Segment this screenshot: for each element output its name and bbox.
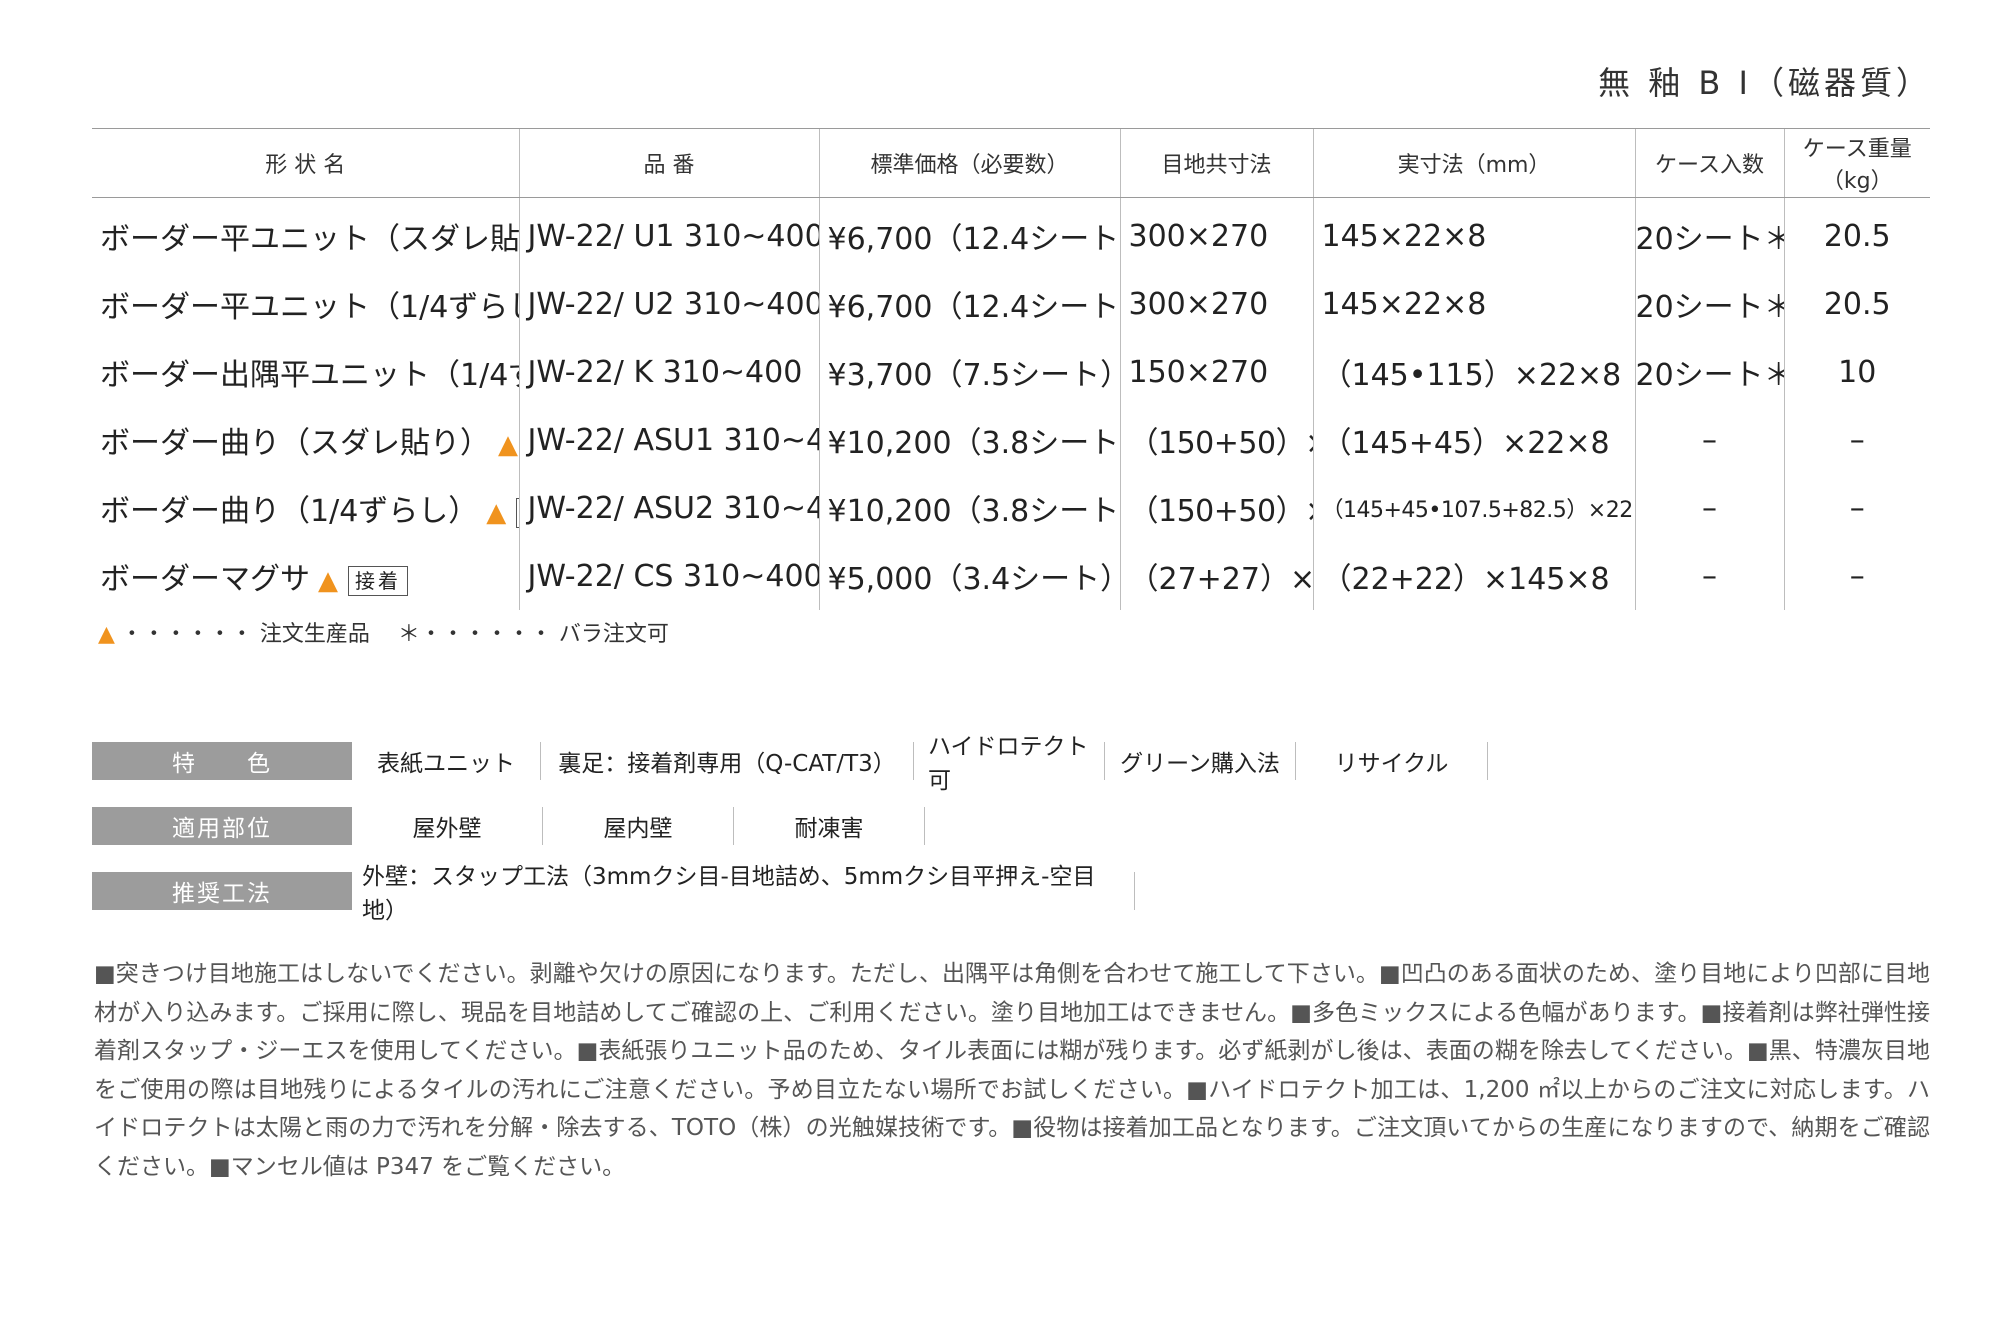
- col-header-actual: 実寸法（mm）: [1312, 128, 1635, 198]
- application-item: 屋内壁: [543, 807, 734, 845]
- feature-item: リサイクル: [1296, 742, 1488, 780]
- product-price: ¥6,700（12.4シート）/㎡: [818, 270, 1120, 338]
- application-label: 適用部位: [92, 807, 352, 845]
- actual-size: （145+45）×22×8: [1312, 406, 1635, 474]
- case-qty: 20シート＊: [1634, 197, 1784, 270]
- spec-table: 形 状 名 品 番 標準価格（必要数） 目地共寸法 実寸法（mm） ケース入数 …: [92, 128, 1930, 610]
- application-item: 耐凍害: [734, 807, 925, 845]
- product-price: ¥5,000（3.4シート）/m: [818, 542, 1120, 610]
- case-weight: –: [1783, 542, 1930, 610]
- case-weight: 20.5: [1783, 197, 1930, 270]
- asterisk-icon: ＊: [397, 622, 420, 647]
- col-header-price: 標準価格（必要数）: [818, 128, 1120, 198]
- order-made-triangle-icon: ▲: [486, 498, 507, 528]
- case-qty: –: [1634, 406, 1784, 474]
- product-code: JW-22/ U1 310~400: [518, 197, 819, 270]
- actual-size: （22+22）×145×8: [1312, 542, 1635, 610]
- col-header-code: 品 番: [518, 128, 819, 198]
- product-name: ボーダー平ユニット（スダレ貼り）: [100, 222, 519, 257]
- product-price: ¥10,200（3.8シート）/m: [818, 406, 1120, 474]
- feature-item: 表紙ユニット: [352, 742, 541, 780]
- table-row: ボーダー出隅平ユニット（1/4ずらし） JW-22/ K 310~400 ¥3,…: [92, 338, 1930, 406]
- joint-size: （150+50）×270: [1119, 474, 1313, 542]
- table-row: ボーダー曲り（1/4ずらし）▲接着 JW-22/ ASU2 310~400 ¥1…: [92, 474, 1930, 542]
- product-price: ¥10,200（3.8シート）/m: [818, 474, 1120, 542]
- table-row: ボーダー曲り（スダレ貼り）▲接着 JW-22/ ASU1 310~400 ¥10…: [92, 406, 1930, 474]
- actual-size: 145×22×8: [1312, 270, 1635, 338]
- product-code: JW-22/ ASU2 310~400: [518, 474, 819, 542]
- feature-item: 裏足：接着剤専用（Q-CAT/T3）: [541, 742, 914, 780]
- case-weight: 20.5: [1783, 270, 1930, 338]
- actual-size: 145×22×8: [1312, 197, 1635, 270]
- joint-size: 150×270: [1119, 338, 1313, 406]
- joint-size: （27+27）×300: [1119, 542, 1313, 610]
- order-made-triangle-icon: ▲: [318, 566, 338, 596]
- page-title: 無 釉 B I（磁器質）: [1598, 64, 1932, 102]
- features-row: 特 色 表紙ユニット 裏足：接着剤専用（Q-CAT/T3） ハイドロテクト可 グ…: [92, 734, 1488, 794]
- joint-size: （150+50）×270: [1119, 406, 1313, 474]
- case-qty: 20シート＊: [1634, 338, 1784, 406]
- legend-order-text: ・・・・・・ 注文生産品: [120, 622, 370, 647]
- case-weight: –: [1783, 474, 1930, 542]
- application-row: 適用部位 屋外壁 屋内壁 耐凍害: [92, 806, 925, 846]
- joint-size: 300×270: [1119, 197, 1313, 270]
- product-code: JW-22/ CS 310~400: [518, 542, 819, 610]
- col-header-name: 形 状 名: [92, 128, 519, 198]
- case-qty: –: [1634, 542, 1784, 610]
- actual-size: （145+45•107.5+82.5）×22×8: [1312, 474, 1635, 542]
- col-header-joint: 目地共寸法: [1119, 128, 1313, 198]
- table-row: ボーダー平ユニット（1/4ずらし） JW-22/ U2 310~400 ¥6,7…: [92, 270, 1930, 338]
- case-weight: –: [1783, 406, 1930, 474]
- legend: ▲ ・・・・・・ 注文生産品 ＊・・・・・・ バラ注文可: [98, 616, 669, 648]
- product-name: ボーダー出隅平ユニット（1/4ずらし）: [100, 358, 519, 393]
- product-code: JW-22/ K 310~400: [518, 338, 819, 406]
- case-qty: –: [1634, 474, 1784, 542]
- product-code: JW-22/ U2 310~400: [518, 270, 819, 338]
- product-code: JW-22/ ASU1 310~400: [518, 406, 819, 474]
- order-made-triangle-icon: ▲: [498, 430, 518, 460]
- product-name: ボーダー平ユニット（1/4ずらし）: [100, 290, 519, 325]
- col-header-case-qty: ケース入数: [1634, 128, 1784, 198]
- product-name: ボーダーマグサ: [100, 562, 310, 597]
- col-header-weight: ケース重量（kg）: [1783, 128, 1930, 198]
- order-made-triangle-icon: ▲: [98, 622, 115, 647]
- adhesive-badge: 接着: [348, 565, 408, 596]
- notes-paragraph: ■突きつけ目地施工はしないでください。剥離や欠けの原因になります。ただし、出隅平…: [94, 961, 1930, 1180]
- case-weight: 10: [1783, 338, 1930, 406]
- method-row: 推奨工法 外壁：スタップ工法（3mmクシ目-目地詰め、5mmクシ目平押え-空目地…: [92, 864, 1135, 924]
- feature-item: ハイドロテクト可: [914, 734, 1105, 794]
- table-row: ボーダー平ユニット（スダレ貼り） JW-22/ U1 310~400 ¥6,70…: [92, 197, 1930, 270]
- actual-size: （145•115）×22×8: [1312, 338, 1635, 406]
- method-label: 推奨工法: [92, 872, 352, 910]
- product-price: ¥6,700（12.4シート）/㎡: [818, 197, 1120, 270]
- legend-bulk-text: ・・・・・・ バラ注文可: [419, 622, 669, 647]
- table-row: ボーダーマグサ ▲ 接着 JW-22/ CS 310~400 ¥5,000（3.4シ…: [92, 542, 1930, 610]
- product-name: ボーダー曲り（1/4ずらし）: [100, 494, 479, 529]
- features-label: 特 色: [92, 742, 352, 780]
- joint-size: 300×270: [1119, 270, 1313, 338]
- table-header-row: 形 状 名 品 番 標準価格（必要数） 目地共寸法 実寸法（mm） ケース入数 …: [92, 128, 1930, 198]
- application-item: 屋外壁: [352, 807, 543, 845]
- feature-item: グリーン購入法: [1105, 742, 1296, 780]
- product-price: ¥3,700（7.5シート）/m: [818, 338, 1120, 406]
- method-text: 外壁：スタップ工法（3mmクシ目-目地詰め、5mmクシ目平押え-空目地）: [352, 864, 1135, 924]
- case-qty: 20シート＊: [1634, 270, 1784, 338]
- product-name: ボーダー曲り（スダレ貼り）: [100, 426, 490, 461]
